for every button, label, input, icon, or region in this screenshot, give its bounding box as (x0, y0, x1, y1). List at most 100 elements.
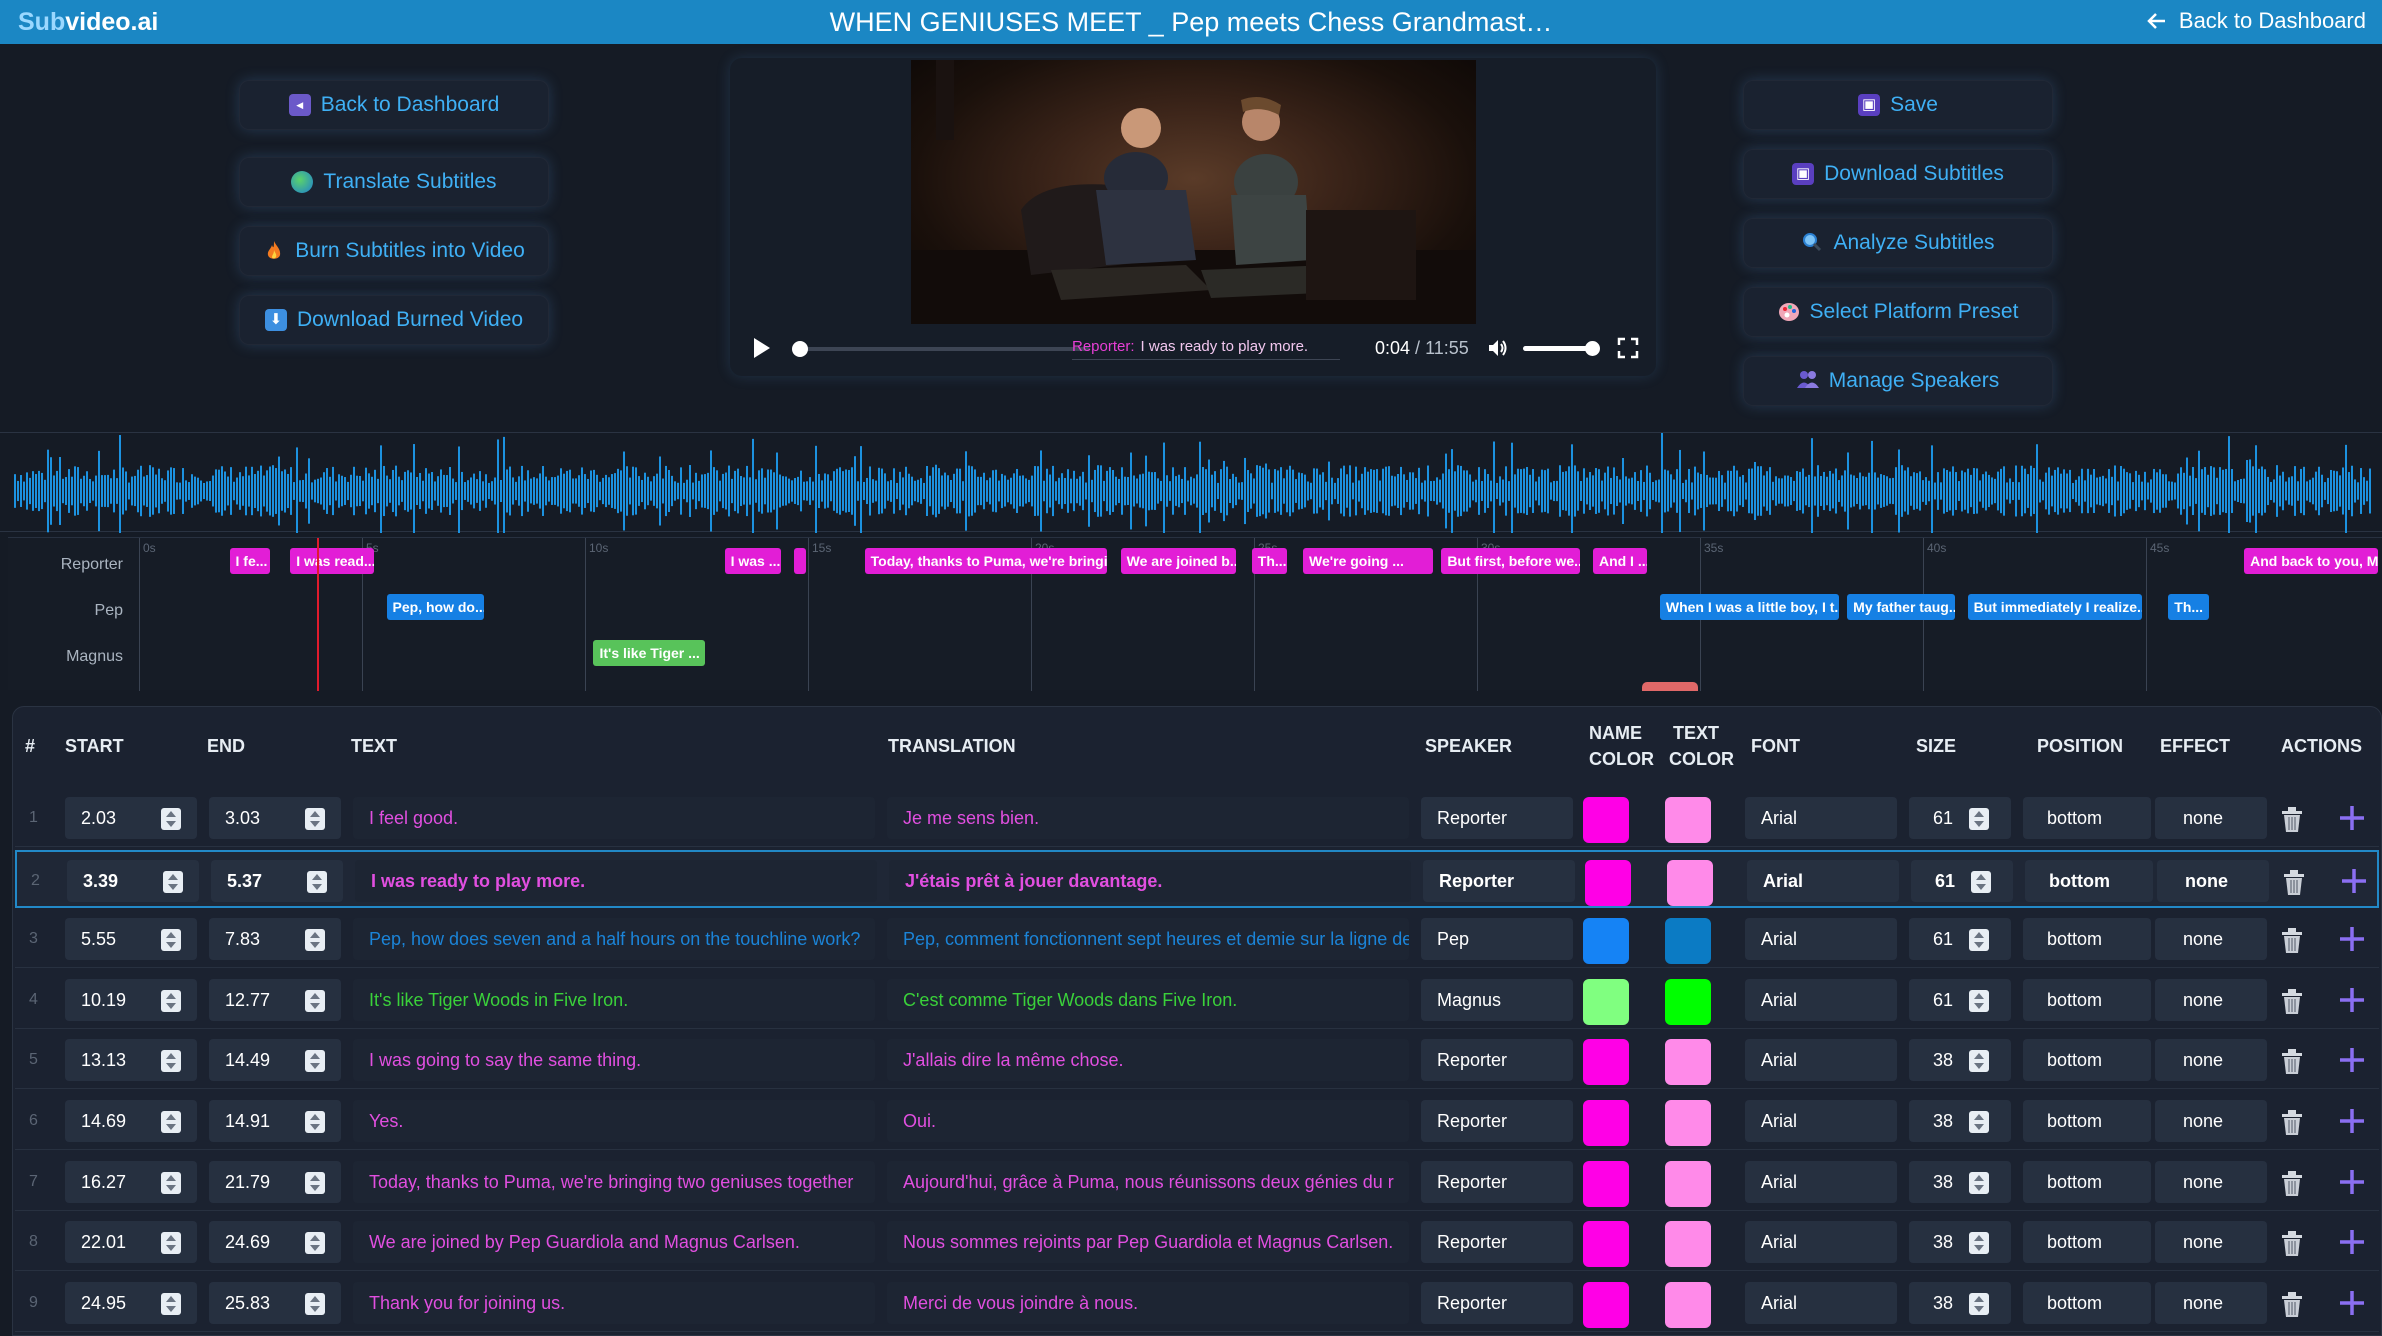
add-row-icon[interactable] (2337, 1106, 2367, 1136)
table-row[interactable]: 8 22.01 24.69 We are joined by Pep Guardiol… (15, 1213, 2379, 1272)
add-row-icon[interactable] (2337, 1227, 2367, 1257)
size-stepper[interactable] (1969, 808, 1989, 830)
back-to-dashboard-top-link[interactable]: Back to Dashboard (2147, 8, 2366, 34)
start-time-stepper[interactable] (161, 1171, 181, 1194)
timeline-clip[interactable]: My father taug... (1847, 594, 1955, 620)
name-color-swatch[interactable] (1583, 797, 1629, 843)
trash-icon[interactable] (2279, 1169, 2305, 1197)
timeline-clip[interactable]: I was ... (724, 548, 782, 574)
end-time-stepper[interactable] (307, 870, 327, 893)
position-select[interactable]: bottom (2023, 1100, 2151, 1142)
text-color-swatch[interactable] (1667, 859, 1713, 906)
trash-icon[interactable] (2279, 805, 2305, 833)
burn-subtitles-button[interactable]: Burn Subtitles into Video (239, 226, 549, 276)
save-button[interactable]: ▣ Save (1743, 80, 2053, 130)
effect-select[interactable]: none (2155, 1160, 2267, 1203)
add-row-icon[interactable] (2337, 1045, 2367, 1075)
trash-icon[interactable] (2279, 1290, 2305, 1318)
translation-text-input[interactable]: C'est comme Tiger Woods dans Five Iron. (887, 978, 1409, 1021)
speaker-select[interactable]: Reporter (1421, 1100, 1573, 1142)
name-color-swatch[interactable] (1583, 978, 1629, 1025)
add-row-icon[interactable] (2337, 924, 2367, 954)
text-color-swatch[interactable] (1665, 1100, 1711, 1146)
start-time-stepper[interactable] (161, 808, 181, 830)
table-row[interactable]: 5 13.13 14.49 I was going to say the same t… (15, 1031, 2379, 1090)
volume-knob[interactable] (1585, 341, 1600, 356)
video-frame[interactable] (911, 60, 1476, 324)
trash-icon[interactable] (2279, 1229, 2305, 1257)
timeline-clip[interactable]: Pep, how do... (386, 594, 485, 620)
trash-icon[interactable] (2279, 926, 2305, 954)
font-select[interactable]: Arial (1745, 1221, 1897, 1264)
font-select[interactable]: Arial (1747, 859, 1899, 902)
timeline-scroll-handle[interactable] (1642, 682, 1698, 691)
subtitle-text-input[interactable]: I was ready to play more. (355, 859, 877, 902)
add-row-icon[interactable] (2337, 1167, 2367, 1197)
text-color-swatch[interactable] (1665, 1039, 1711, 1086)
table-row[interactable]: 6 14.69 14.91 Yes. Oui. Reporter Arial 38 bottom… (15, 1092, 2379, 1150)
translation-text-input[interactable]: Aujourd'hui, grâce à Puma, nous réunisso… (887, 1160, 1409, 1203)
speaker-select[interactable]: Reporter (1421, 797, 1573, 839)
effect-select[interactable]: none (2157, 859, 2269, 902)
font-select[interactable]: Arial (1745, 797, 1897, 839)
translation-text-input[interactable]: J'étais prêt à jouer davantage. (889, 859, 1411, 902)
position-select[interactable]: bottom (2023, 978, 2151, 1021)
timeline-clip[interactable]: Th... (2168, 594, 2209, 620)
name-color-swatch[interactable] (1583, 1221, 1629, 1268)
size-stepper[interactable] (1969, 1050, 1989, 1073)
text-color-swatch[interactable] (1665, 918, 1711, 965)
timeline-clip[interactable]: I fe... (229, 548, 271, 574)
text-color-swatch[interactable] (1665, 797, 1711, 843)
name-color-swatch[interactable] (1583, 918, 1629, 965)
timeline-clip[interactable]: Th... (1251, 548, 1287, 574)
timeline-clip[interactable]: But first, before we... (1441, 548, 1581, 574)
font-select[interactable]: Arial (1745, 1281, 1897, 1324)
text-color-swatch[interactable] (1665, 978, 1711, 1025)
name-color-swatch[interactable] (1583, 1281, 1629, 1328)
start-time-stepper[interactable] (161, 1050, 181, 1073)
add-row-icon[interactable] (2339, 866, 2369, 896)
translation-text-input[interactable]: Merci de vous joindre à nous. (887, 1281, 1409, 1324)
analyze-subtitles-button[interactable]: Analyze Subtitles (1743, 218, 2053, 268)
translation-text-input[interactable]: Je me sens bien. (887, 797, 1409, 839)
add-row-icon[interactable] (2337, 985, 2367, 1015)
volume-slider[interactable] (1523, 341, 1600, 356)
audio-waveform[interactable] (0, 432, 2382, 550)
timeline-clip[interactable] (794, 548, 807, 574)
font-select[interactable]: Arial (1745, 1039, 1897, 1082)
table-row[interactable]: 1 2.03 3.03 I feel good. Je me sens bien. Rep… (15, 789, 2379, 847)
text-color-swatch[interactable] (1665, 1221, 1711, 1268)
subtitle-text-input[interactable]: I was going to say the same thing. (353, 1039, 875, 1082)
size-stepper[interactable] (1971, 870, 1991, 893)
translation-text-input[interactable]: Oui. (887, 1100, 1409, 1142)
play-button[interactable] (754, 338, 770, 358)
end-time-stepper[interactable] (305, 808, 325, 830)
timeline-clip[interactable]: It's like Tiger ... (593, 640, 705, 666)
seek-bar[interactable] (791, 341, 1090, 357)
table-row[interactable]: 7 16.27 21.79 Today, thanks to Puma, we're … (15, 1153, 2379, 1211)
timeline-clip[interactable]: And back to you, M... (2244, 548, 2378, 574)
speaker-select[interactable]: Reporter (1421, 1160, 1573, 1203)
end-time-stepper[interactable] (305, 1111, 325, 1133)
effect-select[interactable]: none (2155, 1221, 2267, 1264)
table-row[interactable]: 3 5.55 7.83 Pep, how does seven and a half … (15, 910, 2379, 969)
position-select[interactable]: bottom (2025, 859, 2153, 902)
size-stepper[interactable] (1969, 1111, 1989, 1133)
trash-icon[interactable] (2281, 868, 2307, 896)
size-input[interactable]: 38 (1909, 1039, 2011, 1082)
font-select[interactable]: Arial (1745, 918, 1897, 961)
end-time-stepper[interactable] (305, 1232, 325, 1255)
timeline-clip[interactable]: When I was a little boy, I t... (1659, 594, 1839, 620)
size-input[interactable]: 61 (1911, 859, 2013, 902)
trash-icon[interactable] (2279, 1108, 2305, 1136)
table-row[interactable]: 2 3.39 5.37 I was ready to play more. J'étai… (15, 849, 2379, 908)
start-time-stepper[interactable] (161, 1111, 181, 1133)
effect-select[interactable]: none (2155, 1039, 2267, 1082)
start-time-stepper[interactable] (161, 929, 181, 952)
effect-select[interactable]: none (2155, 797, 2267, 839)
start-time-stepper[interactable] (161, 1232, 181, 1255)
effect-select[interactable]: none (2155, 1100, 2267, 1142)
effect-select[interactable]: none (2155, 978, 2267, 1021)
end-time-stepper[interactable] (305, 929, 325, 952)
speaker-select[interactable]: Reporter (1423, 859, 1575, 902)
